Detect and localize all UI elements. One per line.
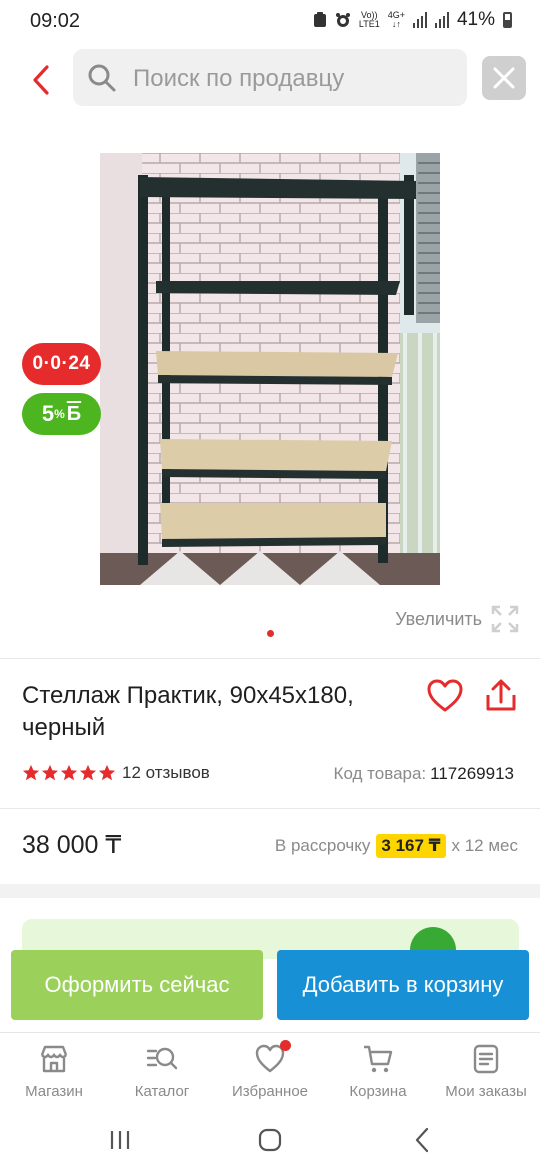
bottom-nav: Магазин Каталог Избранное Корзина Мои за… <box>0 1032 540 1110</box>
product-title: Стеллаж Практик, 90x45x180, черный <box>22 682 354 741</box>
back-arrow-icon <box>415 1127 429 1153</box>
battery-icon <box>503 12 512 28</box>
sku-value: 117269913 <box>430 764 514 783</box>
product-page: 09:02 Vo)) LTE1 4G+ ↓↑ 41% Поиск по продав… <box>0 0 540 1170</box>
rating-row[interactable]: 12 отзывов <box>22 763 210 783</box>
installment-amount: 3 167 ₸ <box>376 834 446 858</box>
product-code: Код товара: 117269913 <box>334 764 514 784</box>
recent-apps-button[interactable] <box>100 1122 140 1158</box>
status-bar: 09:02 Vo)) LTE1 4G+ ↓↑ 41% <box>0 0 540 42</box>
home-button[interactable] <box>250 1122 290 1158</box>
gallery-indicator-dot <box>267 630 274 637</box>
product-price: 38 000 ₸ <box>22 831 122 859</box>
star-icon <box>98 764 116 781</box>
back-button[interactable] <box>18 58 62 102</box>
search-icon <box>88 64 116 92</box>
reviews-link[interactable]: 12 отзывов <box>122 763 210 783</box>
bonus-value: 5 <box>41 401 55 426</box>
orders-icon <box>473 1044 499 1074</box>
bonus-currency: Б <box>66 402 82 425</box>
nav-label: Магазин <box>25 1083 83 1100</box>
installment-label: В рассрочку <box>274 836 371 855</box>
nfc-icon <box>313 12 326 27</box>
bonus-badge: 5% Б <box>22 393 101 435</box>
section-separator <box>0 884 540 898</box>
star-icon <box>79 764 97 781</box>
favorite-heart-icon[interactable] <box>426 678 464 714</box>
nav-label: Каталог <box>134 1083 190 1100</box>
nav-item-cart[interactable]: Корзина <box>324 1033 432 1111</box>
expand-icon <box>491 605 519 633</box>
seller-search-input[interactable]: Поиск по продавцу <box>73 49 467 106</box>
chevron-left-icon <box>33 65 49 95</box>
bonus-percent: % <box>54 407 65 421</box>
checkout-now-button[interactable]: Оформить сейчас <box>11 950 263 1020</box>
notification-dot <box>280 1040 291 1051</box>
cart-icon <box>364 1045 393 1073</box>
timer-badge: 0·0·24 <box>22 343 101 385</box>
installment-info[interactable]: В рассрочку 3 167 ₸ x 12 мес <box>275 834 518 858</box>
nav-item-store[interactable]: Магазин <box>0 1033 108 1111</box>
alarm-icon <box>335 13 350 27</box>
nav-label: Мои заказы <box>445 1083 527 1100</box>
product-image[interactable] <box>100 153 440 585</box>
share-icon[interactable] <box>484 678 518 714</box>
star-icon <box>60 764 78 781</box>
installment-term: x 12 мес <box>451 836 519 855</box>
nav-item-favorites[interactable]: Избранное <box>216 1033 324 1111</box>
nav-label: Корзина <box>349 1083 407 1100</box>
zoom-label: Увеличить <box>395 608 482 629</box>
network-label: 4G+ <box>387 10 405 20</box>
volte-indicator: Vo)) LTE1 <box>359 11 380 29</box>
signal-icon <box>412 12 427 28</box>
system-navigation-bar <box>0 1110 540 1170</box>
catalog-search-icon <box>146 1047 178 1070</box>
signal-icon-2 <box>434 12 449 28</box>
nav-item-catalog[interactable]: Каталог <box>108 1033 216 1111</box>
sku-label: Код товара: <box>333 764 427 783</box>
star-icon <box>41 764 59 781</box>
divider <box>0 658 540 659</box>
status-time: 09:02 <box>30 10 81 32</box>
nav-label: Избранное <box>231 1083 309 1100</box>
recent-apps-icon <box>110 1131 130 1149</box>
nav-item-orders[interactable]: Мои заказы <box>432 1033 540 1111</box>
add-to-cart-button[interactable]: Добавить в корзину <box>277 950 529 1020</box>
home-icon <box>258 1128 282 1152</box>
network-type: 4G+ ↓↑ <box>387 10 405 29</box>
rating-stars <box>22 764 116 782</box>
divider <box>0 808 540 809</box>
star-icon <box>22 764 40 781</box>
zoom-button[interactable]: Увеличить <box>395 604 520 634</box>
system-back-button[interactable] <box>402 1122 442 1158</box>
search-placeholder: Поиск по продавцу <box>133 65 345 92</box>
volte-line2: LTE1 <box>358 19 380 29</box>
battery-percent: 41% <box>456 9 495 30</box>
close-button[interactable] <box>482 56 526 100</box>
status-icons: Vo)) LTE1 4G+ ↓↑ 41% <box>313 9 512 31</box>
store-icon <box>40 1045 68 1073</box>
close-icon <box>493 67 515 89</box>
